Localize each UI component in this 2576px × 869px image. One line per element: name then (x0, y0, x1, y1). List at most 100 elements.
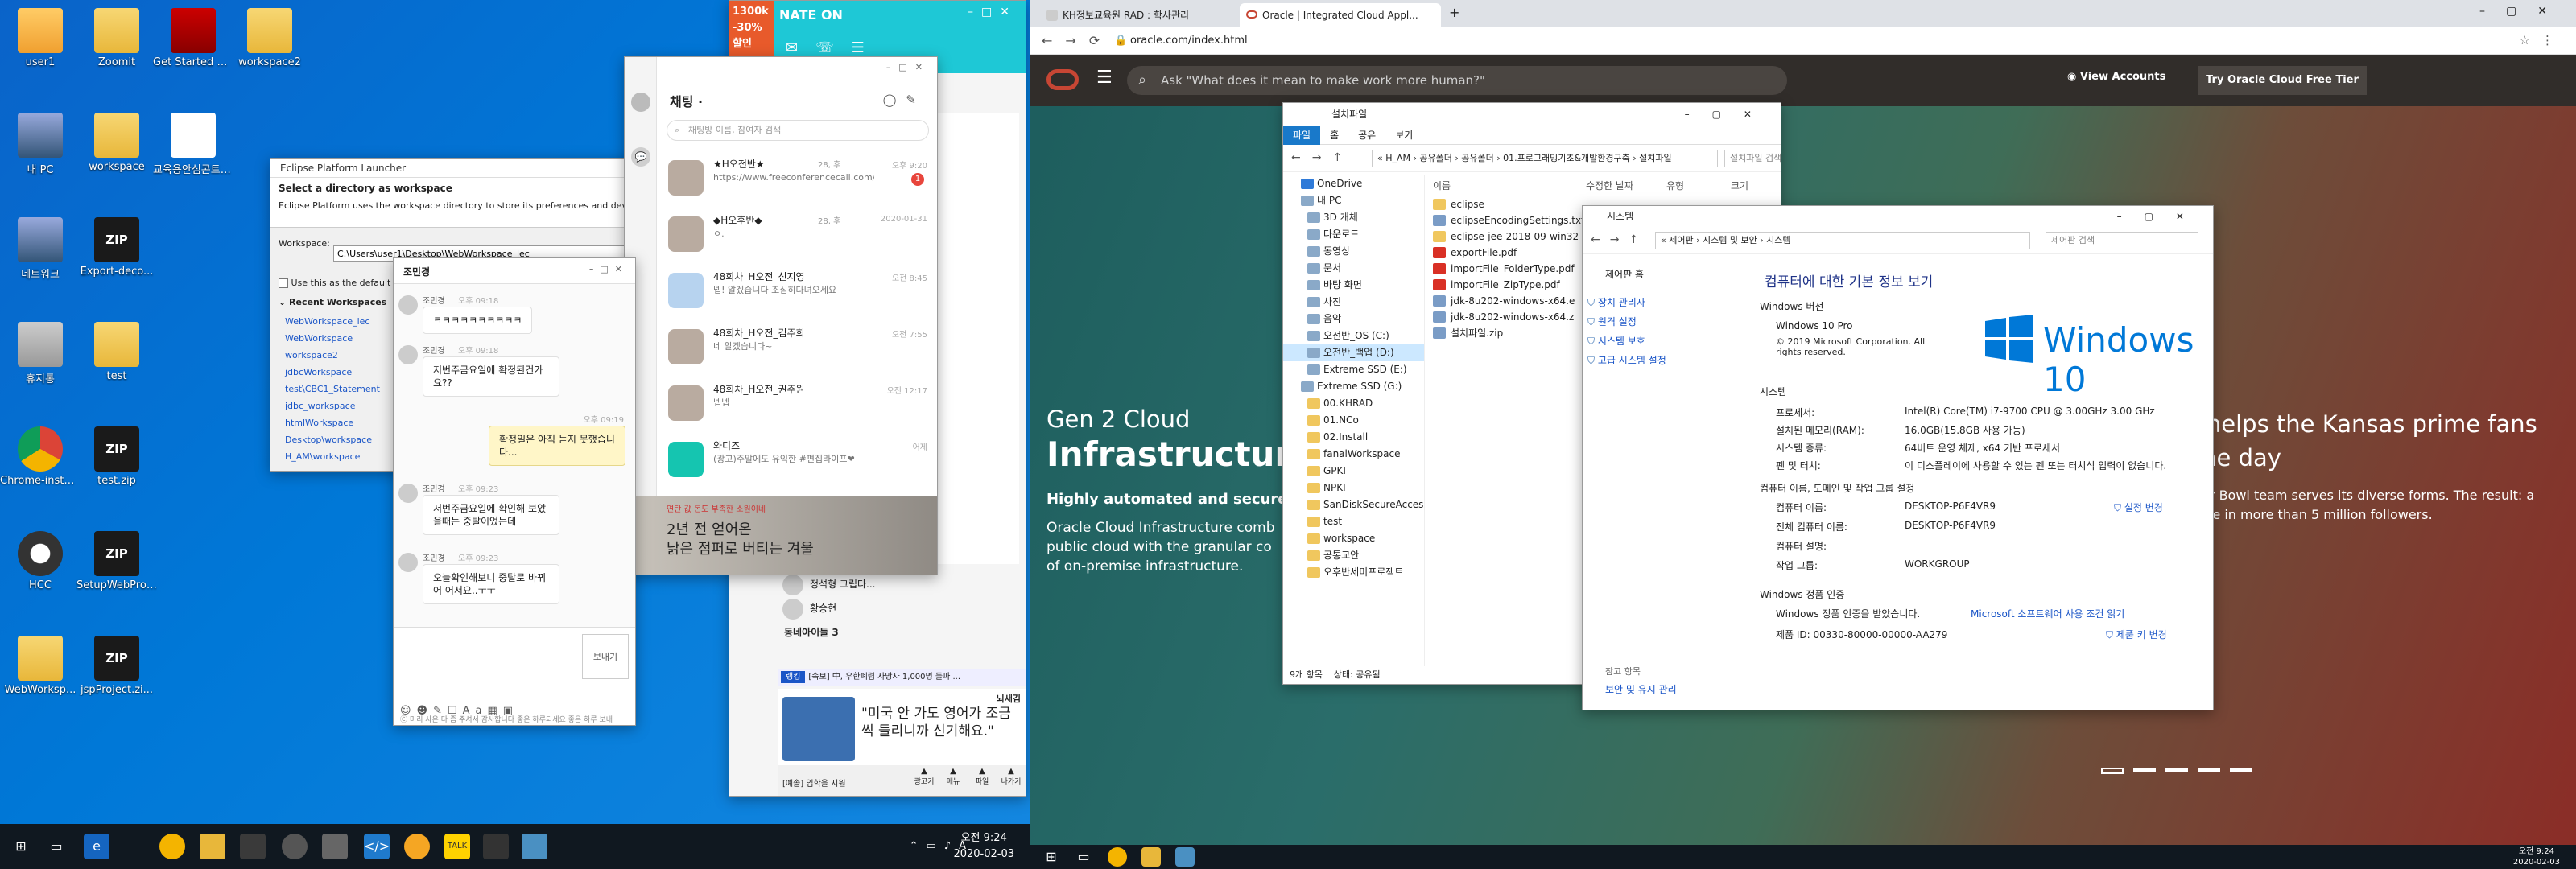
nav-tree-item[interactable]: 문서 (1283, 260, 1424, 277)
system-search-input[interactable]: 제어판 검색 (2046, 232, 2198, 249)
file-item[interactable]: importFile_FolderType.pdf (1428, 261, 1589, 277)
nateon-footer-button[interactable]: ▲ 파일 (968, 767, 996, 786)
try-free-button[interactable]: Try Oracle Cloud Free Tier (2198, 66, 2367, 95)
desktop-icon[interactable]: HCC (0, 531, 80, 591)
nav-tree-item[interactable]: 오전반_백업 (D:) (1283, 344, 1424, 361)
chat-room-item[interactable]: ★H오전반★ 28, 후 https://www.freeconferencecal… (657, 154, 931, 205)
clock[interactable]: 오전 9:24 2020-02-03 (953, 830, 1014, 863)
desktop-icon[interactable]: user1 (0, 8, 80, 68)
address-bar[interactable]: 🔒 oracle.com/index.html (1111, 31, 2479, 51)
chat-icon[interactable]: 💬 (631, 147, 650, 167)
desktop-icon[interactable]: 휴지통 (0, 322, 80, 385)
chat-room-item[interactable]: 48회차_H오전_권주원 넵넵 오전 12:17 (657, 379, 931, 430)
desktop-icon[interactable]: 네트워크 (0, 217, 80, 281)
nav-tree-item[interactable]: 3D 개체 (1283, 209, 1424, 226)
file-item[interactable]: exportFile.pdf (1428, 245, 1589, 261)
system-side-link[interactable]: ⛉ 장치 관리자 (1587, 293, 1666, 312)
system-breadcrumb[interactable]: « 제어판 › 시스템 및 보안 › 시스템 (1655, 232, 2030, 249)
column-header[interactable]: 수정한 날짜 (1586, 179, 1633, 192)
conversation-window-controls[interactable]: –□✕ (589, 264, 629, 274)
desktop-icon[interactable]: 교육용안심콘트롤.txt (153, 113, 233, 176)
column-header[interactable]: 크기 (1731, 179, 1748, 192)
nav-tree-item[interactable]: OneDrive (1283, 175, 1424, 192)
desktop-icon[interactable]: Zoomit (76, 8, 157, 68)
system-side-link[interactable]: ⛉ 고급 시스템 설정 (1587, 351, 1666, 370)
ribbon-tab[interactable]: 보기 (1385, 126, 1422, 145)
ribbon-tab[interactable]: 공유 (1348, 126, 1385, 145)
view-accounts-link[interactable]: ◉ View Accounts (2067, 71, 2165, 83)
nav-tree-item[interactable]: 00.KHRAD (1283, 395, 1424, 412)
desktop-icon[interactable]: ZIP jspProject.zi... (76, 636, 157, 696)
vscode-taskbar-icon[interactable]: </> (364, 834, 390, 859)
browser-window-controls[interactable]: –▢✕ (2479, 5, 2568, 18)
chat-list-window-controls[interactable]: –□✕ (886, 62, 931, 72)
ribbon-tab[interactable]: 홈 (1320, 126, 1348, 145)
contact-item[interactable]: 황승현 (778, 596, 1019, 620)
system-window-controls[interactable]: –▢✕ (2117, 206, 2207, 227)
menu-icon[interactable]: ☰ (1096, 68, 1113, 88)
nav-tree-item[interactable]: 동영상 (1283, 243, 1424, 260)
profile-icon[interactable] (631, 93, 650, 112)
chat-room-item[interactable]: 48회차_H오전_김주희 네 알겠습니다~ 오전 7:55 (657, 323, 931, 374)
chat-room-item[interactable]: 와디즈 (광고)주말에도 유익한 #편집라이프❤ 어제 (657, 435, 931, 487)
explorer-breadcrumb[interactable]: « H_AM › 공유폴더 › 공유폴더 › 01.프로그래밍기초&개발환경구축… (1372, 150, 1718, 167)
column-header[interactable]: 이름 (1433, 179, 1451, 192)
license-terms-link[interactable]: Microsoft 소프트웨어 사용 조건 읽기 (1971, 607, 2124, 620)
nav-tree-item[interactable]: 바탕 화면 (1283, 277, 1424, 294)
file-item[interactable]: jdk-8u202-windows-x64.e (1428, 293, 1589, 309)
nav-tree-item[interactable]: Extreme SSD (G:) (1283, 378, 1424, 395)
nav-tree-item[interactable]: SanDiskSecureAccess (1283, 496, 1424, 513)
recent-workspace-link[interactable]: test\CBC1_Statement (285, 381, 380, 397)
oracle-logo[interactable] (1046, 69, 1079, 90)
file-explorer-taskbar-icon[interactable] (1141, 847, 1161, 867)
desktop-icon[interactable]: workspace2 (229, 8, 310, 68)
default-checkbox[interactable] (279, 278, 288, 288)
nateon-footer-button[interactable]: ▲ 메뉴 (939, 767, 967, 786)
nateon-footer-button[interactable]: ▲ 광고키 (910, 767, 938, 786)
task-view-icon[interactable]: ▭ (1071, 845, 1096, 869)
nateon-window-controls[interactable]: –□✕ (968, 6, 1018, 19)
desktop-icon[interactable]: test (76, 322, 157, 382)
nav-tree-item[interactable]: 01.NCo (1283, 412, 1424, 429)
nav-tree-item[interactable]: 음악 (1283, 311, 1424, 327)
recent-workspace-link[interactable]: workspace2 (285, 347, 380, 364)
system-side-link[interactable]: ⛉ 원격 설정 (1587, 312, 1666, 332)
eclipse-taskbar-icon[interactable] (240, 834, 266, 859)
chat-search-input[interactable]: ⌕ 채팅방 이름, 참여자 검색 (667, 120, 929, 141)
new-chat-icon[interactable]: ◯✎ (883, 93, 926, 107)
recent-workspace-link[interactable]: Desktop\workspace (285, 431, 380, 448)
desktop-icon[interactable]: WebWorksp... (0, 636, 80, 696)
nav-tree-item[interactable]: 내 PC (1283, 192, 1424, 209)
nav-tree-item[interactable]: fanalWorkspace (1283, 446, 1424, 463)
desktop-icon[interactable]: ZIP Export-deco... (76, 217, 157, 278)
news-ticker[interactable]: 랭킹 [속보] 中, 우한폐렴 사망자 1,000명 돌파 ... (778, 669, 1026, 686)
desktop-icon[interactable]: ZIP test.zip (76, 426, 157, 487)
start-icon[interactable]: ⊞ (8, 834, 34, 859)
contact-group[interactable]: 동네아이들 3 (778, 620, 1019, 645)
task-view-icon[interactable]: ▭ (43, 834, 69, 859)
file-item[interactable]: 설치파일.zip (1428, 325, 1589, 341)
desktop-icon[interactable]: Chrome-install... (0, 426, 80, 487)
edge-icon[interactable]: e (84, 834, 109, 859)
chrome-taskbar-icon[interactable] (159, 834, 185, 859)
system-side-link[interactable]: ⛉ 시스템 보호 (1587, 332, 1666, 351)
file-item[interactable]: eclipseEncodingSettings.txt (1428, 212, 1589, 229)
message-input[interactable] (400, 634, 569, 687)
kakaotalk-taskbar-icon[interactable] (404, 834, 430, 859)
explorer-search-input[interactable]: 설치파일 검색 (1724, 150, 1781, 167)
contact-item[interactable]: 정석형 그립다... (778, 572, 1019, 596)
nav-tree-item[interactable]: Extreme SSD (E:) (1283, 361, 1424, 378)
send-button[interactable]: 보내기 (582, 634, 629, 679)
desktop-icon[interactable]: Get Started with Oracle... (153, 8, 233, 68)
nav-tree-item[interactable]: 다운로드 (1283, 226, 1424, 243)
app-taskbar-icon[interactable] (282, 834, 308, 859)
nateon-toolbar-icons[interactable]: ✉☏☰ (786, 39, 882, 56)
column-header[interactable]: 유형 (1666, 179, 1684, 192)
app-taskbar-icon[interactable] (483, 834, 509, 859)
desktop-icon[interactable]: 내 PC (0, 113, 80, 176)
chat-room-item[interactable]: 48회차_H오전_신지영 넵! 알겠습니다 조심히다녀오세요 오전 8:45 (657, 266, 931, 318)
recent-workspace-link[interactable]: jdbcWorkspace (285, 364, 380, 381)
file-item[interactable]: eclipse-jee-2018-09-win32 (1428, 229, 1589, 245)
remote-taskbar-icon[interactable] (522, 834, 547, 859)
file-explorer-taskbar-icon[interactable] (200, 834, 225, 859)
